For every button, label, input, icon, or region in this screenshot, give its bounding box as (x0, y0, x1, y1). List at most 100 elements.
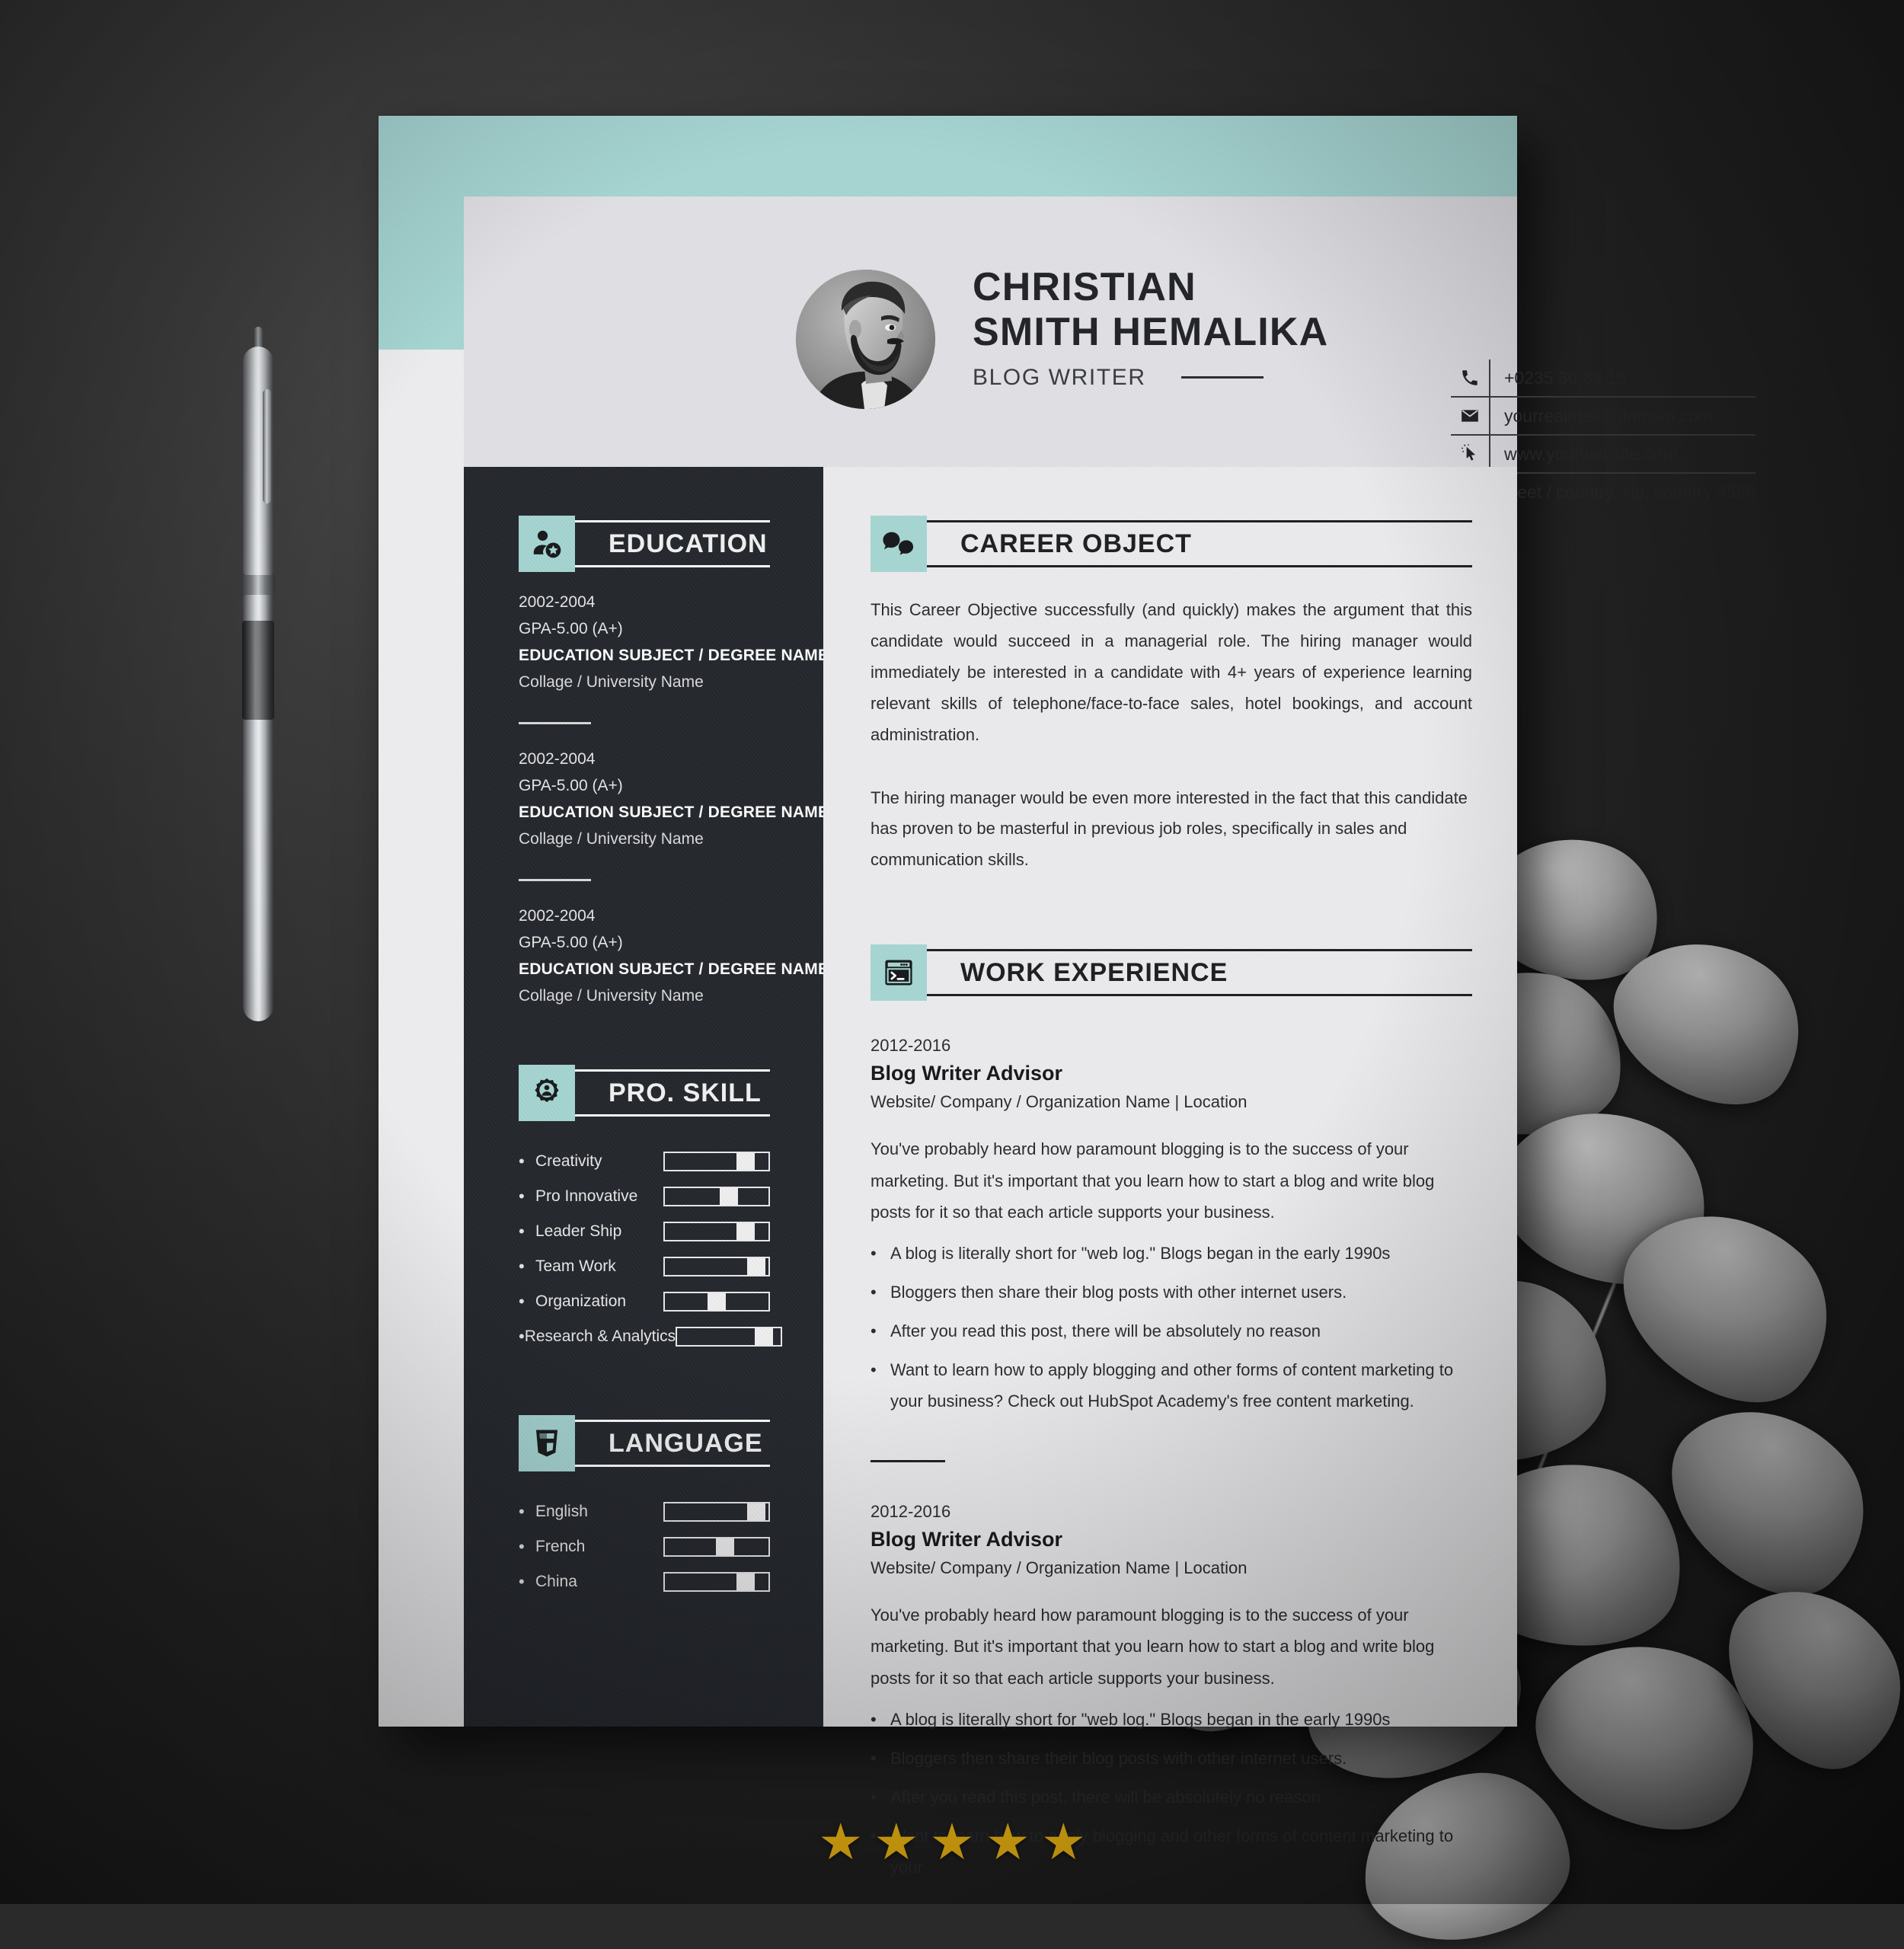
bullet-text: After you read this post, there will be … (890, 1321, 1321, 1341)
education-subject: EDUCATION SUBJECT / DEGREE NAME (519, 647, 829, 664)
bullet-text: After you read this post, there will be … (890, 1787, 1321, 1807)
contact-website-value: www.yourwebsite.com (1504, 443, 1678, 464)
cursor-click-icon (1451, 444, 1489, 464)
bullet-text: A blog is literally short for "web log."… (890, 1709, 1391, 1729)
language-row: • China (519, 1564, 770, 1599)
job-role: BLOG WRITER (973, 364, 1146, 390)
main-panel: CAREER OBJECT This Career Objective succ… (823, 467, 1517, 1877)
bullet-icon: • (519, 1572, 525, 1591)
career-paragraph-1: This Career Objective successfully (and … (871, 600, 1472, 744)
skill-label: Organization (535, 1292, 627, 1310)
list-item: • Bloggers then share their blog posts wi… (871, 1743, 1472, 1775)
skill-label: Creativity (535, 1152, 602, 1170)
language-label: French (535, 1538, 586, 1555)
education-item: 2002-2004 GPA-5.00 (A+) EDUCATION SUBJEC… (519, 750, 829, 848)
work-title: Blog Writer Advisor (871, 1527, 1063, 1551)
education-date: 2002-2004 (519, 750, 596, 768)
skill-label: Team Work (535, 1257, 616, 1275)
bullet-icon: • (871, 1360, 877, 1380)
section-header-career: CAREER OBJECT (871, 516, 1472, 572)
section-title-language: LANGUAGE (609, 1428, 763, 1458)
bullet-text: Bloggers then share their blog posts wit… (890, 1283, 1347, 1302)
sidebar-content: EDUCATION 2002-2004 GPA-5.00 (A+) EDUCAT… (519, 516, 829, 1599)
language-row: • French (519, 1529, 770, 1564)
work-meta: Website/ Company / Organization Name | L… (871, 1092, 1248, 1112)
bullet-icon: • (519, 1327, 525, 1346)
contact-row-phone[interactable]: +0235 30 33 15 (1451, 359, 1755, 398)
list-item: • Bloggers then share their blog posts wi… (871, 1277, 1472, 1308)
gear-user-icon (519, 1065, 575, 1121)
bullet-text: A blog is literally short for "web log."… (890, 1244, 1391, 1264)
language-level-bar (663, 1537, 770, 1557)
skill-level-bar (663, 1222, 770, 1241)
language-row: • English (519, 1494, 770, 1529)
education-item: 2002-2004 GPA-5.00 (A+) EDUCATION SUBJEC… (519, 593, 829, 692)
skill-label: Pro Innovative (535, 1187, 638, 1205)
list-item: • After you read this post, there will be… (871, 1782, 1472, 1813)
education-subject: EDUCATION SUBJECT / DEGREE NAME (519, 960, 829, 978)
bullet-icon: • (871, 1321, 877, 1341)
work-date: 2012-2016 (871, 1501, 951, 1521)
star-icon: ★ (1040, 1813, 1086, 1870)
bullet-icon: • (519, 1537, 525, 1556)
language-level-bar (663, 1572, 770, 1592)
education-list: 2002-2004 GPA-5.00 (A+) EDUCATION SUBJEC… (519, 593, 829, 1005)
education-item: 2002-2004 GPA-5.00 (A+) EDUCATION SUBJEC… (519, 907, 829, 1005)
section-header-language: LANGUAGE (519, 1415, 770, 1471)
work-separator (871, 1459, 945, 1462)
section-title-education: EDUCATION (609, 529, 768, 558)
language-label: English (535, 1503, 588, 1520)
education-date: 2002-2004 (519, 593, 596, 611)
list-item: • Want to learn how to apply blogging and… (871, 1355, 1472, 1417)
section-title-work: WORK EXPERIENCE (960, 957, 1228, 987)
education-subject: EDUCATION SUBJECT / DEGREE NAME (519, 804, 829, 821)
bullet-icon: • (871, 1244, 877, 1264)
bullet-icon: • (519, 1292, 525, 1311)
education-school: Collage / University Name (519, 987, 704, 1005)
work-body: You've probably heard how paramount blog… (871, 1605, 1435, 1688)
star-icon: ★ (929, 1813, 975, 1870)
section-header-education: EDUCATION (519, 516, 770, 572)
list-item: • A blog is literally short for "web log.… (871, 1238, 1472, 1270)
sidebar-panel: EDUCATION 2002-2004 GPA-5.00 (A+) EDUCAT… (464, 467, 829, 1727)
bullet-text: Bloggers then share their blog posts wit… (890, 1748, 1347, 1768)
bullet-text: Want to learn how to apply blogging and … (890, 1360, 1454, 1411)
bullet-icon: • (519, 1502, 525, 1521)
bullet-icon: • (519, 1257, 525, 1276)
pen-decoration (232, 327, 302, 1047)
skill-level-bar (663, 1187, 770, 1206)
skill-level-bar (663, 1152, 770, 1171)
html5-shield-icon (519, 1415, 575, 1471)
skill-label: Research & Analytics (524, 1328, 676, 1345)
speech-bubbles-icon (871, 516, 927, 572)
skill-level-bar (676, 1327, 783, 1347)
education-gpa: GPA-5.00 (A+) (519, 777, 623, 794)
work-date: 2012-2016 (871, 1036, 951, 1056)
contact-row-email[interactable]: yourrealmail@domain.com (1451, 398, 1755, 436)
star-icon: ★ (818, 1813, 864, 1870)
list-item: • A blog is literally short for "web log.… (871, 1705, 1472, 1736)
skill-row: • Creativity (519, 1144, 770, 1179)
left-white-strip (379, 350, 464, 1727)
language-level-bar (663, 1502, 770, 1522)
education-gpa: GPA-5.00 (A+) (519, 934, 623, 951)
skill-label: Leader Ship (535, 1222, 622, 1240)
avatar (796, 270, 935, 409)
section-title-skills: PRO. SKILL (609, 1078, 762, 1107)
section-header-skills: PRO. SKILL (519, 1065, 770, 1121)
education-school: Collage / University Name (519, 830, 704, 848)
terminal-window-icon (871, 944, 927, 1002)
education-separator (519, 722, 591, 724)
section-header-work: WORK EXPERIENCE (871, 944, 1472, 1002)
resume-page: CHRISTIAN SMITH HEMALIKA BLOG WRITER +02… (379, 116, 1755, 1877)
education-separator (519, 879, 591, 881)
skill-row: • Research & Analytics (519, 1319, 783, 1354)
bullet-icon: • (519, 1222, 525, 1241)
skill-row: • Organization (519, 1284, 770, 1319)
bullet-icon: • (519, 1187, 525, 1206)
main-content: CAREER OBJECT This Career Objective succ… (871, 516, 1472, 1890)
bullet-icon: • (871, 1787, 877, 1807)
contact-phone-value: +0235 30 33 15 (1504, 367, 1627, 388)
work-bullets: • A blog is literally short for "web log.… (871, 1238, 1472, 1417)
skill-level-bar (663, 1292, 770, 1312)
